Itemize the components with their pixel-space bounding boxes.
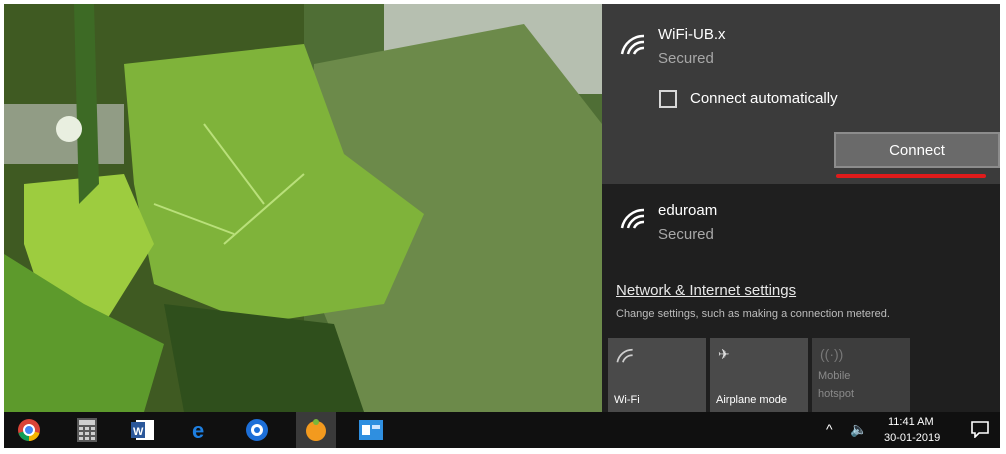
- volume-icon[interactable]: 🔈: [850, 421, 867, 438]
- wifi-icon: [616, 348, 633, 363]
- tile-label-line2: hotspot: [818, 388, 855, 400]
- network-item-selected[interactable]: WiFi-UB.x Secured Connect automatically …: [602, 4, 1000, 184]
- screen: WiFi-UB.x Secured Connect automatically …: [4, 4, 1000, 448]
- network-status: Secured: [658, 50, 714, 67]
- system-tray: ^ 🔈: [822, 412, 882, 448]
- network-flyout: WiFi-UB.x Secured Connect automatically …: [602, 4, 1000, 412]
- chrome-icon[interactable]: [16, 417, 42, 443]
- tile-label-line1: Mobile: [818, 370, 851, 382]
- hotspot-icon: ((·)): [820, 346, 844, 362]
- svg-text:W: W: [133, 426, 144, 438]
- taskbar: W e ^ 🔈 11:41 AM 30-01-2019: [4, 412, 1000, 448]
- tile-mobile-hotspot[interactable]: ((·)) Mobile hotspot: [812, 338, 910, 412]
- connect-automatically-checkbox[interactable]: [659, 90, 677, 108]
- app-blue-icon[interactable]: [244, 417, 270, 443]
- network-item-eduroam[interactable]: eduroam Secured: [602, 186, 1000, 256]
- highlight-underline: [836, 174, 986, 178]
- network-name: WiFi-UB.x: [658, 26, 726, 43]
- tile-airplane-mode[interactable]: ✈ Airplane mode: [710, 338, 808, 412]
- airplane-icon: ✈: [718, 346, 730, 362]
- app-window-icon[interactable]: [358, 417, 384, 443]
- network-settings-link[interactable]: Network & Internet settings: [616, 282, 796, 299]
- word-icon[interactable]: W: [130, 417, 156, 443]
- chevron-up-icon[interactable]: ^: [826, 421, 833, 437]
- network-name: eduroam: [658, 202, 718, 219]
- connect-automatically-label: Connect automatically: [690, 90, 838, 107]
- calculator-icon[interactable]: [74, 417, 100, 443]
- tile-wifi[interactable]: Wi-Fi: [608, 338, 706, 412]
- connect-button[interactable]: Connect: [834, 132, 1000, 168]
- clock-time[interactable]: 11:41 AM: [888, 416, 934, 428]
- network-status: Secured: [658, 226, 714, 243]
- edge-icon[interactable]: e: [188, 417, 214, 443]
- action-center-icon[interactable]: [970, 420, 990, 439]
- clock-date[interactable]: 30-01-2019: [884, 432, 940, 444]
- desktop-wallpaper: [4, 4, 602, 412]
- network-settings-description: Change settings, such as making a connec…: [616, 308, 890, 320]
- tile-label: Wi-Fi: [614, 394, 640, 406]
- wifi-signal-icon: [620, 34, 645, 55]
- svg-text:e: e: [192, 418, 204, 442]
- tile-label: Airplane mode: [716, 394, 787, 406]
- app-orange-icon[interactable]: [296, 412, 336, 448]
- wifi-signal-icon: [620, 208, 645, 229]
